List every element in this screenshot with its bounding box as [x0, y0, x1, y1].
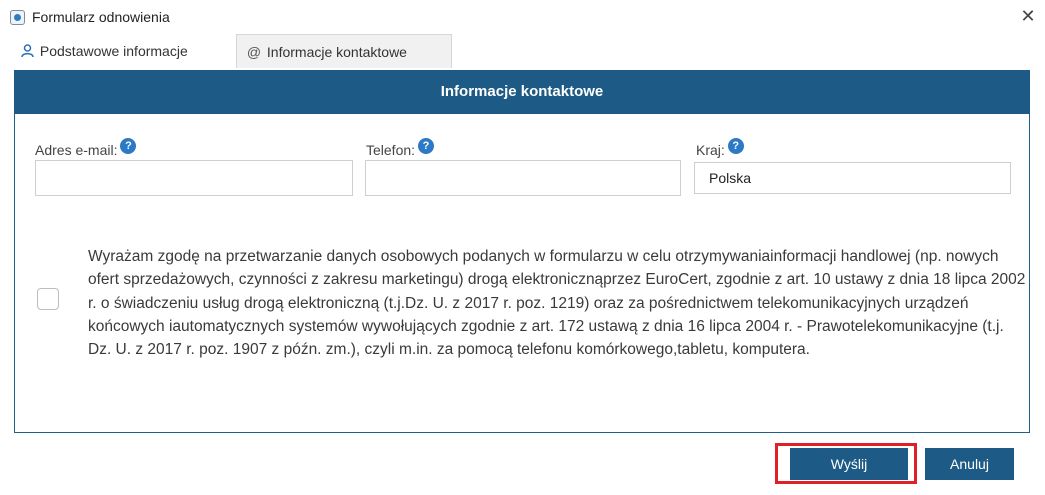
email-input[interactable] — [35, 160, 353, 196]
app-icon — [10, 10, 25, 25]
send-button[interactable]: Wyślij — [790, 448, 908, 480]
title-bar: Formularz odnowienia ✕ — [0, 0, 1045, 34]
consent-text: Wyrażam zgodę na przetwarzanie danych os… — [88, 248, 1026, 359]
country-input[interactable] — [694, 162, 1011, 194]
help-icon[interactable]: ? — [120, 138, 137, 154]
tab-basic-info[interactable]: Podstawowe informacje — [14, 34, 224, 68]
at-icon: @ — [246, 44, 262, 60]
email-label: Adres e-mail:? — [35, 138, 137, 158]
tab-bar: Podstawowe informacje @ Informacje konta… — [14, 34, 1014, 68]
tab-label: Informacje kontaktowe — [266, 44, 407, 60]
phone-input[interactable] — [365, 160, 681, 196]
panel-header: Informacje kontaktowe — [14, 70, 1030, 114]
window-title: Formularz odnowienia — [32, 9, 170, 25]
user-icon — [18, 34, 36, 68]
tab-label: Podstawowe informacje — [39, 43, 188, 59]
phone-label: Telefon:? — [366, 138, 435, 158]
consent-checkbox[interactable] — [37, 288, 59, 310]
cancel-button[interactable]: Anuluj — [925, 448, 1014, 480]
country-label: Kraj:? — [696, 138, 744, 158]
tab-contact-info[interactable]: @ Informacje kontaktowe — [236, 34, 452, 68]
help-icon[interactable]: ? — [418, 138, 435, 154]
contact-panel: Informacje kontaktowe Adres e-mail:? Tel… — [14, 70, 1030, 433]
close-button[interactable]: ✕ — [1017, 4, 1039, 28]
help-icon[interactable]: ? — [727, 138, 744, 154]
